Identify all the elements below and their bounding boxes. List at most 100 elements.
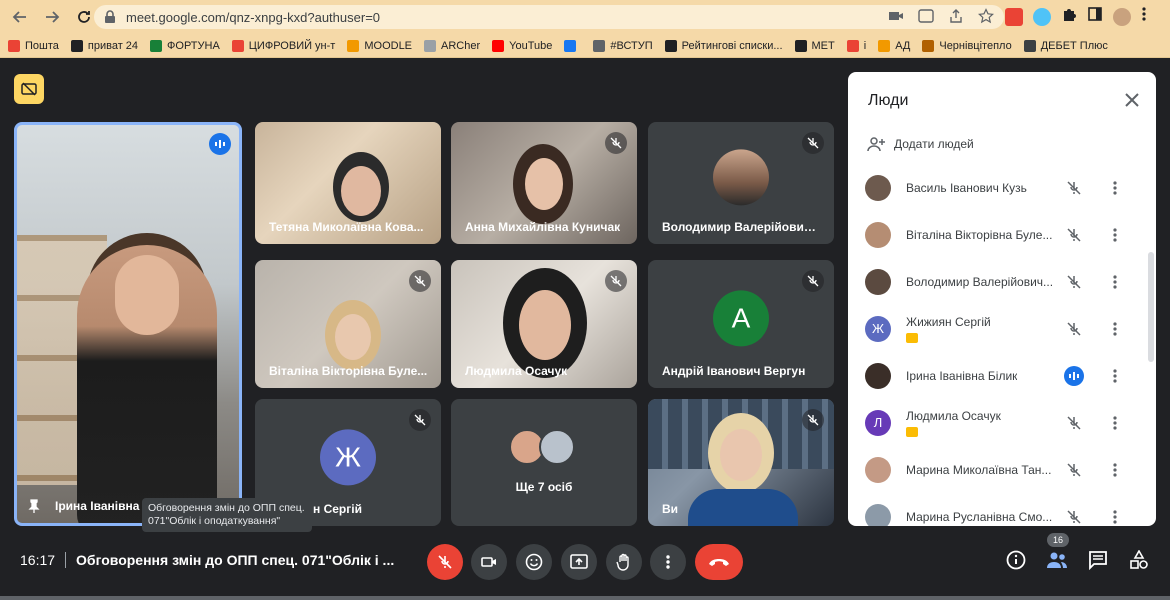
participant-tile[interactable]: Віталіна Вікторівна Буле... [255,260,441,388]
meeting-details-button[interactable] [1002,546,1030,574]
mic-off-icon[interactable] [1064,272,1084,292]
participant-row[interactable]: Володимир Валерійович... [848,258,1156,305]
divider [65,552,67,568]
captions-off-icon[interactable] [14,74,44,104]
bookmark-item[interactable]: АД [878,39,911,52]
participant-tile[interactable]: Тетяна Миколаївна Кова... [255,122,441,244]
reactions-button[interactable] [516,544,552,580]
participant-tile[interactable]: A Андрій Іванович Вергун [648,260,834,388]
more-vert-icon[interactable] [1106,320,1124,338]
participant-tile[interactable]: Людмила Осачук [451,260,637,388]
people-button[interactable] [1043,546,1071,574]
bookmark-item[interactable]: ФОРТУНА [150,39,220,52]
participant-row[interactable]: Ж Жижиян Сергій [848,305,1156,352]
mic-off-icon [605,270,627,292]
participant-face [519,290,571,360]
self-view-tile[interactable]: Ви [648,399,834,526]
mic-off-icon[interactable] [1064,460,1084,480]
close-icon[interactable] [1122,90,1142,110]
main-speaker-tile[interactable]: Ірина Іванівна Б [14,122,242,526]
present-button[interactable] [561,544,597,580]
participant-tile[interactable]: Володимир Валерійович ... [648,122,834,244]
bookmark-item[interactable]: ARCher [424,39,480,52]
bookmark-item[interactable]: приват 24 [70,39,138,52]
bookmark-item[interactable]: #ВСТУП [593,39,653,52]
mic-off-icon [438,555,452,569]
camera-toggle-button[interactable] [471,544,507,580]
more-vert-icon[interactable] [1106,414,1124,432]
leave-call-button[interactable] [695,544,743,580]
mic-off-icon[interactable] [1064,507,1084,527]
participant-name: Жижиян Сергій [906,315,991,329]
puzzle-icon[interactable] [1061,6,1077,27]
bookmark-item[interactable]: Пошта [8,39,59,52]
mic-toggle-button[interactable] [427,544,463,580]
cloud-extension-icon[interactable] [1033,7,1051,26]
participant-name: Тетяна Миколаївна Кова... [269,220,424,234]
scrollbar[interactable] [1148,252,1154,362]
bookmark-favicon-icon [878,39,891,52]
mic-off-icon[interactable] [1064,225,1084,245]
bookmark-item[interactable]: MOODLE [347,39,412,52]
participant-row[interactable]: Віталіна Вікторівна Буле... [848,211,1156,258]
mic-off-icon [802,270,824,292]
participant-tile[interactable]: Анна Михайлівна Куничак [451,122,637,244]
address-bar[interactable]: meet.google.com/qnz-xnpg-kxd?authuser=0 [94,5,1004,29]
more-options-button[interactable] [650,544,686,580]
bookmark-label: YouTube [509,39,553,52]
activities-button[interactable] [1125,546,1153,574]
share-icon[interactable] [948,8,964,24]
more-vert-icon[interactable] [1106,226,1124,244]
bookmark-item[interactable]: ЦИФРОВИЙ ун-т [231,39,335,52]
bookmark-item[interactable]: Чернівцітепло [922,39,1012,52]
participant-name: Марина Миколаївна Тан... [906,462,1052,477]
chat-button[interactable] [1084,546,1112,574]
back-icon[interactable] [8,5,32,29]
reload-icon[interactable] [72,5,96,29]
mic-off-icon[interactable] [1064,413,1084,433]
bookmark-label: АД [895,39,911,52]
more-vert-icon[interactable] [1106,508,1124,526]
bookmark-item[interactable]: МЕТ [794,39,835,52]
participant-row[interactable]: Ірина Іванівна Білик [848,352,1156,399]
translate-icon[interactable] [918,8,934,24]
profile-avatar[interactable] [1113,7,1131,26]
people-panel: Люди Додати людей Василь Іванович Кузь Ві… [848,72,1156,526]
add-people-button[interactable]: Додати людей [866,136,974,152]
menu-icon[interactable] [1141,6,1147,27]
more-participants-tile[interactable]: Ще 7 осіб [451,399,637,526]
participant-row[interactable]: Л Людмила Осачук [848,399,1156,446]
meeting-title[interactable]: Обговорення змін до ОПП спец. 071"Облік … [76,552,394,568]
participant-face [341,166,381,216]
mic-off-icon[interactable] [1064,319,1084,339]
add-person-icon [867,137,885,152]
more-vert-icon[interactable] [1106,367,1124,385]
participant-name: н Сергій [313,502,362,516]
bookmark-item[interactable]: YouTube [492,39,553,52]
lock-icon [104,10,118,24]
raise-hand-button[interactable] [606,544,642,580]
participant-row[interactable]: Марина Миколаївна Тан... [848,446,1156,493]
speaking-indicator-icon[interactable] [1064,365,1084,386]
add-people-label: Додати людей [894,137,974,151]
bookmark-item[interactable]: ДЕБЕТ Плюс [1023,39,1108,52]
mic-off-icon[interactable] [1064,178,1084,198]
extension-icon[interactable] [1005,7,1023,26]
speaking-indicator-icon [209,133,231,155]
more-vert-icon[interactable] [1106,461,1124,479]
star-icon[interactable] [978,8,994,24]
participant-row[interactable]: Василь Іванович Кузь [848,164,1156,211]
more-vert-icon[interactable] [1106,273,1124,291]
more-vert-icon[interactable] [1106,179,1124,197]
meeting-title-tooltip: Обговорення змін до ОПП спец. 071"Облік … [142,498,312,532]
camera-in-use-icon[interactable] [888,8,904,24]
participant-row[interactable]: Марина Русланівна Смо... [848,493,1156,526]
bookmark-item[interactable]: і [846,39,866,52]
participant-face [525,158,563,210]
bookmark-item[interactable] [564,39,581,52]
mic-off-icon [802,409,824,431]
sidepanel-icon[interactable] [1087,6,1103,27]
forward-icon[interactable] [40,5,64,29]
bookmark-item[interactable]: Рейтингові списки... [664,39,783,52]
pin-icon[interactable] [27,499,41,513]
